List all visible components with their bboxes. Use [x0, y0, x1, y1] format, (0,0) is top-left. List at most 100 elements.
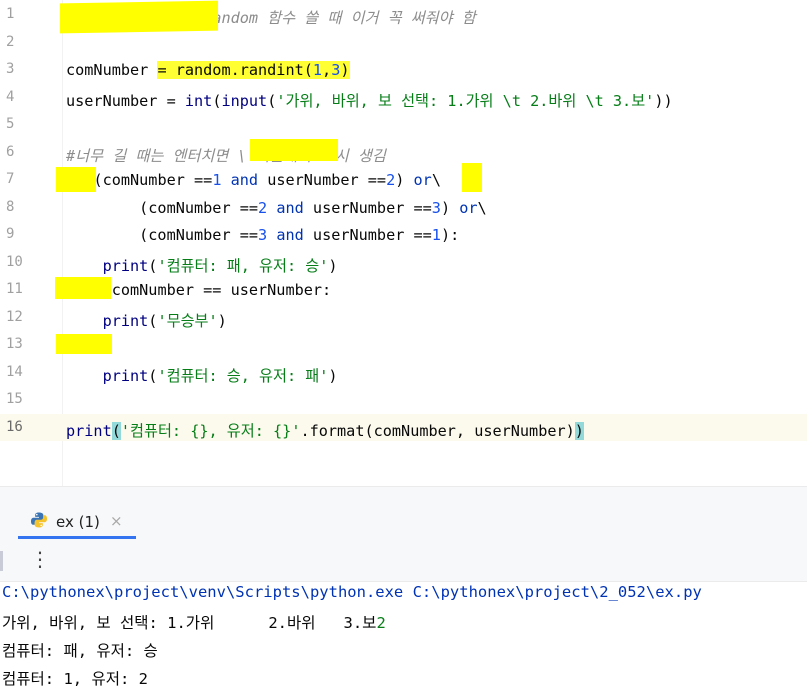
marker-highlight: [250, 139, 338, 161]
code-line[interactable]: 11elif comNumber == userNumber:: [0, 276, 807, 303]
code-token: 3: [258, 226, 268, 244]
console-prompt-segment: 2.바위: [268, 614, 316, 632]
code-token: ): [340, 61, 350, 79]
code-text: (comNumber ==3 and userNumber ==1):: [66, 226, 459, 244]
console-output-line: 컴퓨터: 패, 유저: 승: [2, 642, 158, 660]
line-number[interactable]: 5: [6, 116, 26, 132]
code-token: or: [459, 198, 478, 217]
code-line[interactable]: 10 print('컴퓨터: 패, 유저: 승'): [0, 249, 807, 276]
code-line[interactable]: 8 (comNumber ==2 and userNumber ==3) or\: [0, 194, 807, 221]
code-token: '무승부': [157, 311, 218, 330]
code-token: (: [111, 421, 121, 440]
code-token: and: [230, 171, 259, 189]
console-command-line: C:\pythonex\project\venv\Scripts\python.…: [2, 583, 702, 601]
code-token: print: [102, 256, 149, 275]
code-line[interactable]: 12 print('무승부'): [0, 304, 807, 331]
code-token: comNumber: [66, 61, 158, 79]
console-prompt: 가위, 바위, 보 선택: 1.가위 2.바위 3.보: [2, 614, 376, 632]
code-token: 1: [312, 61, 323, 79]
line-number[interactable]: 3: [6, 61, 26, 77]
code-text: print('컴퓨터: {}, 유저: {}'.format(comNumber…: [66, 419, 584, 441]
console-prompt-line: 가위, 바위, 보 선택: 1.가위 2.바위 3.보2: [2, 611, 386, 633]
code-text: if (comNumber ==1 and userNumber ==2) or…: [66, 171, 441, 189]
code-token: '가위, 바위, 보 선택: 1.가위 \t 2.바위 \t 3.보': [276, 91, 655, 110]
console-prompt-segment: 3.보: [343, 614, 377, 632]
code-line[interactable]: 16 print('컴퓨터: {}, 유저: {}'.format(comNumb…: [0, 413, 807, 441]
console-prompt-segment: 가위, 바위, 보 선택: 1.가위: [2, 614, 215, 632]
marker-highlight: [56, 167, 96, 192]
code-text: comNumber = random.randint(1,3): [66, 61, 350, 79]
line-number[interactable]: 15: [6, 391, 26, 407]
line-number[interactable]: 13: [6, 336, 26, 352]
run-tab-bar: ex (1) ×: [0, 487, 807, 539]
toolbar-edge: [0, 551, 3, 571]
code-token: \: [431, 171, 441, 189]
close-icon[interactable]: ×: [110, 512, 123, 530]
run-tool-window[interactable]: ex (1) × ⋮ C:\pythonex\project\venv\Scri…: [0, 487, 807, 693]
code-token: 1: [431, 226, 441, 244]
line-number[interactable]: 14: [6, 364, 26, 380]
line-number[interactable]: 7: [6, 171, 26, 187]
code-token: '컴퓨터: {}, 유저: {}': [120, 421, 301, 440]
code-line[interactable]: 15: [0, 386, 807, 413]
line-number[interactable]: 4: [6, 89, 26, 105]
line-number[interactable]: 1: [6, 6, 26, 22]
code-token: ,: [322, 61, 332, 79]
code-token: userNumber ==: [303, 198, 432, 217]
code-token: 2: [386, 171, 396, 189]
code-token: (: [267, 91, 277, 110]
code-token: '컴퓨터: 패, 유저: 승': [157, 256, 329, 275]
line-number[interactable]: 10: [6, 254, 26, 270]
code-text: print('무승부'): [66, 309, 227, 331]
line-number[interactable]: 12: [6, 309, 26, 325]
line-number[interactable]: 6: [6, 144, 26, 160]
line-number[interactable]: 11: [6, 281, 26, 297]
code-line[interactable]: 2: [0, 29, 807, 56]
code-token: or: [413, 171, 432, 189]
code-text: (comNumber ==2 and userNumber ==3) or\: [66, 199, 487, 217]
code-token: print: [102, 366, 149, 385]
more-options-icon[interactable]: ⋮: [30, 547, 50, 571]
code-token: )): [654, 91, 673, 110]
code-token: ): [440, 198, 460, 217]
code-line[interactable]: 3 comNumber = random.randint(1,3): [0, 56, 807, 83]
code-token: and: [276, 226, 304, 244]
code-line[interactable]: 13else:: [0, 331, 807, 358]
code-token: #random 함수 쓸 때 이거 꼭 써줘야 함: [194, 9, 476, 27]
code-token: 3: [331, 61, 341, 79]
line-number[interactable]: 2: [6, 34, 26, 50]
marker-highlight: [55, 277, 111, 299]
code-token: (comNumber ==: [66, 198, 259, 217]
code-token: int: [184, 91, 213, 110]
code-token: ): [328, 366, 338, 385]
code-line[interactable]: 14 print('컴퓨터: 승, 유저: 패'): [0, 359, 807, 386]
code-token: input: [221, 91, 268, 110]
code-token: ):: [440, 226, 460, 244]
code-token: userNumber ==: [258, 171, 387, 189]
code-line[interactable]: 5: [0, 111, 807, 138]
code-text: userNumber = int(input('가위, 바위, 보 선택: 1.…: [66, 89, 673, 111]
code-line[interactable]: 9 (comNumber ==3 and userNumber ==1):: [0, 221, 807, 248]
code-token: print: [102, 311, 149, 330]
code-token: and: [276, 198, 304, 217]
code-line[interactable]: 4 userNumber = int(input('가위, 바위, 보 선택: 1…: [0, 84, 807, 111]
run-toolbar: ⋮: [0, 539, 807, 582]
code-text: print('컴퓨터: 패, 유저: 승'): [66, 254, 338, 276]
line-number[interactable]: 16: [6, 419, 26, 435]
code-editor[interactable]: 1import random #random 함수 쓸 때 이거 꼭 써줘야 함…: [0, 0, 807, 486]
code-token: .format(comNumber, userNumber): [300, 421, 575, 440]
console-output-line: 컴퓨터: 1, 유저: 2: [2, 670, 148, 688]
line-number[interactable]: 9: [6, 226, 26, 242]
code-line[interactable]: 6 #너무 길 때는 엔터치면 \ 역슬래시 표시 생김: [0, 139, 807, 166]
line-number[interactable]: 8: [6, 199, 26, 215]
tab-label: ex (1): [56, 513, 100, 531]
code-token: 3: [431, 198, 441, 217]
code-line[interactable]: 7 if (comNumber ==1 and userNumber ==2) o…: [0, 166, 807, 193]
tab-run-ex[interactable]: ex (1) ×: [18, 495, 136, 539]
code-token: userNumber =: [66, 91, 185, 110]
code-token: userNumber ==: [303, 226, 432, 244]
python-icon: [31, 512, 47, 528]
